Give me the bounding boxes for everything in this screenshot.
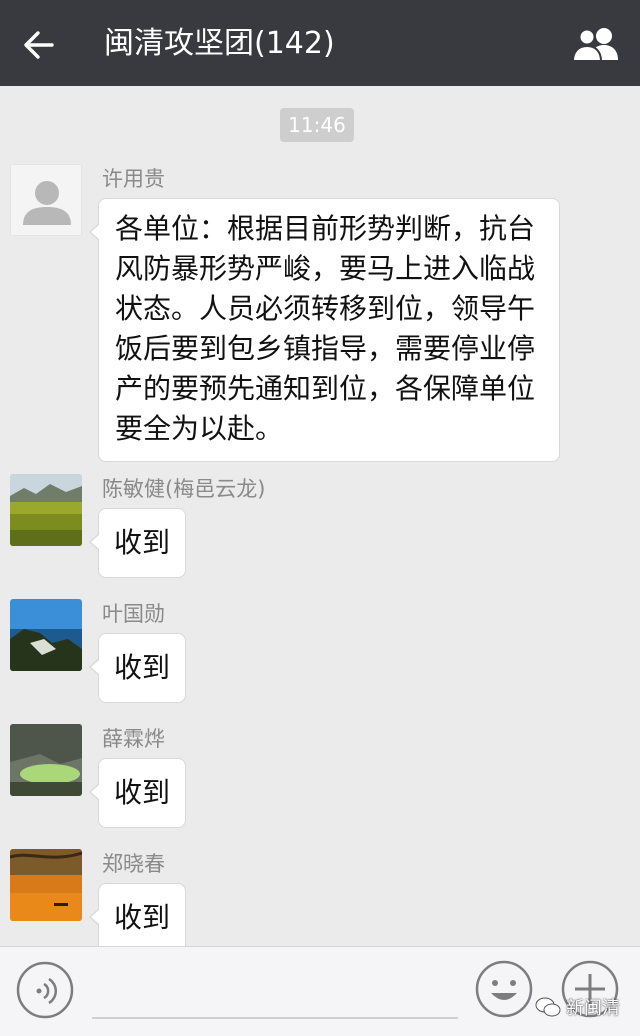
message-line: 状态。人员必须转移到位，领导午 — [115, 292, 536, 325]
watermark: 新闽清 — [534, 992, 620, 1022]
message-line: 各单位：根据目前形势判断，抗台 — [115, 212, 536, 245]
rocks-water-photo-icon — [10, 724, 82, 796]
back-arrow-icon[interactable] — [22, 28, 56, 62]
message-bubble[interactable]: 收到 — [89, 508, 186, 578]
seaside-photo-icon — [10, 599, 82, 671]
emoji-icon[interactable] — [474, 959, 534, 1019]
group-members-icon[interactable] — [570, 26, 622, 62]
message-bubble[interactable]: 收到 — [89, 758, 186, 828]
sender-name: 叶国勋 — [102, 602, 165, 626]
avatar-seaside[interactable] — [10, 599, 82, 671]
message-bubble[interactable]: 各单位：根据目前形势判断，抗台 风防暴形势严峻，要马上进入临战 状态。人员必须转… — [89, 198, 560, 462]
chat-title: 闽清攻坚团(142) — [104, 26, 335, 61]
avatar-sunset[interactable] — [10, 849, 82, 921]
avatar-default[interactable] — [10, 164, 82, 236]
rice-field-photo-icon — [10, 474, 82, 546]
sender-name: 陈敏健(梅邑云龙) — [102, 477, 266, 501]
timestamp-pill: 11:46 — [280, 108, 354, 142]
default-avatar-icon — [11, 165, 81, 235]
chat-message-list[interactable]: 11:46 许用贵 各单位：根据目前形势判断，抗台 风防暴形势严峻，要马上进入临… — [0, 86, 640, 946]
message-line: 风防暴形势严峻，要马上进入临战 — [115, 252, 536, 285]
sender-name: 许用贵 — [102, 167, 165, 191]
wechat-logo-icon — [535, 997, 561, 1017]
sunset-photo-icon — [10, 849, 82, 921]
sender-name: 薛霖烨 — [102, 727, 165, 751]
input-bar — [0, 946, 640, 1036]
avatar-rocks-water[interactable] — [10, 724, 82, 796]
message-line: 饭后要到包乡镇指导，需要停业停 — [115, 332, 536, 365]
message-input[interactable] — [92, 1017, 458, 1019]
message-bubble[interactable]: 收到 — [89, 883, 186, 946]
sender-name: 郑晓春 — [102, 852, 165, 876]
message-line: 要全为以赴。 — [115, 412, 284, 445]
message-bubble[interactable]: 收到 — [89, 633, 186, 703]
message-line: 产的要预先通知到位，各保障单位 — [115, 372, 536, 405]
voice-icon[interactable] — [16, 961, 74, 1019]
watermark-text: 新闽清 — [566, 998, 620, 1019]
avatar-rice-field[interactable] — [10, 474, 82, 546]
chat-header: 闽清攻坚团(142) — [0, 0, 640, 86]
